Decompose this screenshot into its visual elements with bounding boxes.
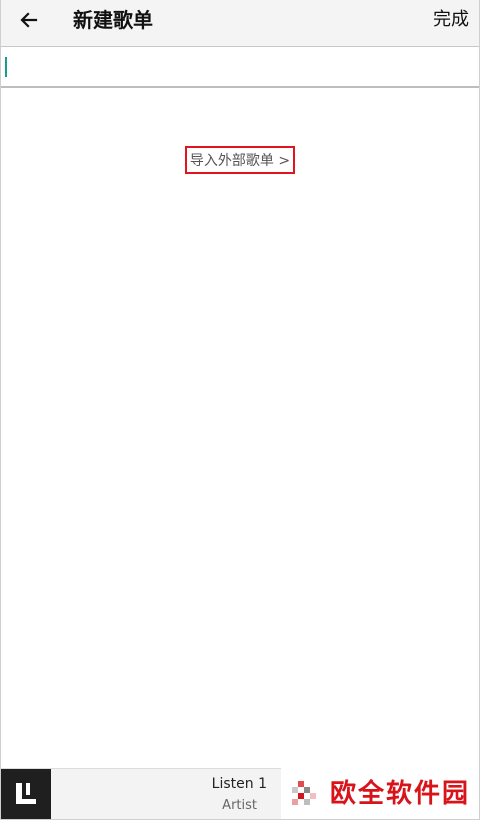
page-title: 新建歌单 <box>73 8 153 32</box>
watermark-text: 欧全软件园 <box>330 779 471 809</box>
album-art[interactable] <box>1 769 51 819</box>
watermark-logo-icon <box>292 781 316 805</box>
now-playing-title: Listen 1 <box>211 776 267 792</box>
top-toolbar: 新建歌单 完成 <box>1 0 479 47</box>
playlist-name-input[interactable] <box>11 52 466 80</box>
back-button[interactable] <box>15 6 43 34</box>
now-playing-artist: Artist <box>222 798 257 813</box>
playlist-name-row <box>1 48 479 88</box>
listen1-logo-icon <box>16 783 36 804</box>
watermark: 欧全软件园 <box>290 776 476 812</box>
mini-player[interactable]: Listen 1 Artist <box>1 768 281 819</box>
import-external-playlist-link[interactable]: 导入外部歌单 > <box>185 146 295 174</box>
text-caret <box>5 57 7 77</box>
arrow-left-icon <box>20 12 38 28</box>
app-frame <box>0 0 480 820</box>
done-button[interactable]: 完成 <box>433 7 469 33</box>
